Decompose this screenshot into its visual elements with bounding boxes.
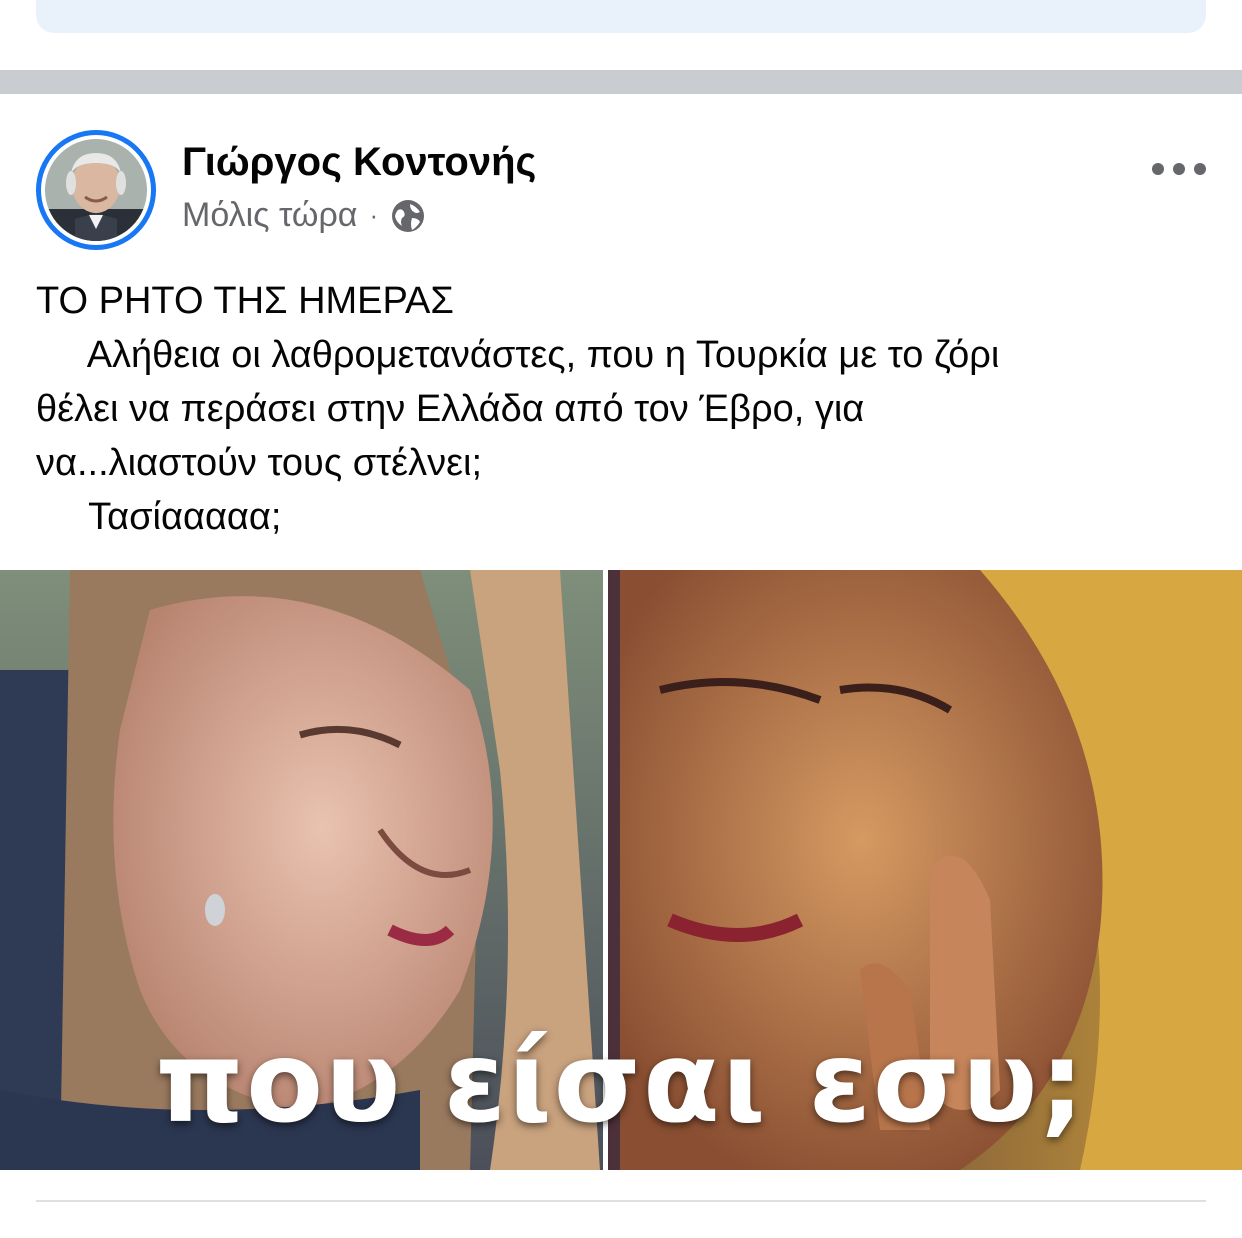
more-options-button[interactable] bbox=[1152, 154, 1206, 184]
post-meta: Μόλις τώρα · bbox=[182, 196, 426, 235]
more-dot-icon bbox=[1152, 163, 1164, 175]
post-text-line: Αλήθεια οι λαθρομετανάστες, που η Τουρκί… bbox=[36, 334, 1000, 376]
post-text-line: Τασίααααα; bbox=[36, 496, 282, 538]
profile-photo bbox=[45, 139, 147, 241]
post-header: Γιώργος Κοντονής Μόλις τώρα · bbox=[36, 130, 1206, 250]
author-avatar[interactable] bbox=[36, 130, 156, 250]
feed-separator bbox=[0, 70, 1242, 94]
post-text-line: να...λιαστούν τους στέλνει; bbox=[36, 442, 483, 484]
post-timestamp[interactable]: Μόλις τώρα bbox=[182, 196, 357, 235]
image-caption: που είσαι εσυ; bbox=[155, 1018, 1087, 1148]
meta-separator: · bbox=[369, 200, 379, 230]
author-name[interactable]: Γιώργος Κοντονής bbox=[182, 140, 536, 185]
more-dot-icon bbox=[1194, 163, 1206, 175]
globe-icon bbox=[390, 198, 426, 234]
post-text-line: ΤΟ ΡΗΤΟ ΤΗΣ ΗΜΕΡΑΣ bbox=[36, 280, 454, 322]
post-text-line: θέλει να περάσει στην Ελλάδα από τον Έβρ… bbox=[36, 388, 865, 430]
actions-divider bbox=[36, 1200, 1206, 1202]
more-dot-icon bbox=[1173, 163, 1185, 175]
previous-post-banner[interactable] bbox=[36, 0, 1206, 33]
post-body: ΤΟ ΡΗΤΟ ΤΗΣ ΗΜΕΡΑΣ Αλήθεια οι λαθρομεταν… bbox=[36, 274, 1216, 544]
